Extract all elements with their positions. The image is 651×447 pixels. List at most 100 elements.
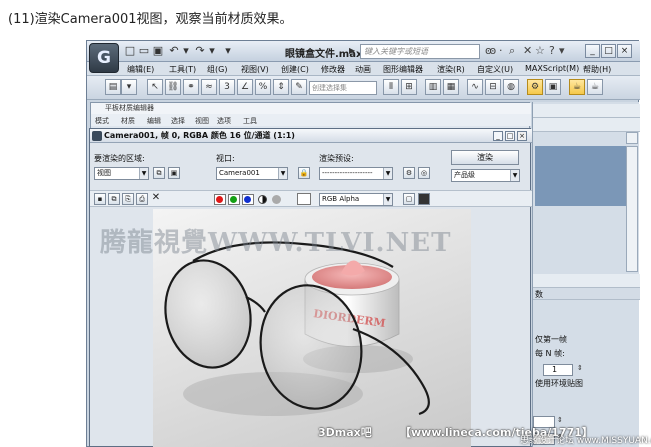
graphite-tools-icon[interactable]: ▦	[443, 79, 459, 95]
new-file-icon[interactable]: □	[123, 44, 137, 58]
menu-view[interactable]: 视图(V)	[241, 64, 269, 75]
watermark-corner: 思缘设计论坛 www.MISSYUAN.com	[520, 436, 651, 446]
mated-menu-tools[interactable]: 工具	[243, 116, 257, 126]
render-quality-select[interactable]: 产品级 ▼	[451, 169, 520, 182]
rfw-close-button[interactable]: ×	[517, 131, 527, 141]
search-icon[interactable]: ⌕	[509, 44, 515, 58]
render-button[interactable]: 渲染	[451, 150, 519, 165]
edit-named-selection-icon[interactable]: ✎	[291, 79, 307, 95]
mated-menu-material[interactable]: 材质	[121, 116, 135, 126]
menu-create[interactable]: 创建(C)	[281, 64, 309, 75]
mated-menu-mode[interactable]: 模式	[95, 116, 109, 126]
rfw-minimize-button[interactable]: _	[493, 131, 503, 141]
render-preset-select[interactable]: -------------------- ▼	[319, 167, 393, 180]
named-selection-set-field[interactable]: 创建选择集	[309, 81, 377, 95]
red-channel-icon	[216, 196, 223, 203]
render-production-icon[interactable]: ☕	[569, 79, 585, 95]
copy-image-icon[interactable]: ⧉	[108, 193, 120, 205]
cp-rollout-header[interactable]	[533, 274, 640, 288]
redo-dropdown-icon[interactable]: ▾	[205, 44, 219, 58]
schematic-view-icon[interactable]: ⊟	[485, 79, 501, 95]
save-file-icon[interactable]: ▣	[151, 44, 165, 58]
display-channel-select[interactable]: RGB Alpha ▼	[319, 193, 393, 206]
menu-customize[interactable]: 自定义(U)	[477, 64, 513, 75]
app-logo-icon[interactable]: G	[89, 43, 119, 73]
viewport-select[interactable]: Camera001 ▼	[216, 167, 288, 180]
toggle-ui-icon[interactable]	[418, 193, 430, 205]
link-icon[interactable]: ⛓	[165, 79, 181, 95]
close-button[interactable]: ×	[617, 44, 632, 58]
environment-effects-icon[interactable]: ◎	[418, 167, 430, 179]
undo-dropdown-icon[interactable]: ▾	[179, 44, 193, 58]
maximize-button[interactable]: □	[601, 44, 616, 58]
menu-help[interactable]: 帮助(H)	[583, 64, 611, 75]
rfw-title: Camera001, 帧 0, RGBA 颜色 16 位/通道 (1:1)	[104, 131, 295, 140]
quick-access-dropdown-icon[interactable]: ▾	[221, 44, 235, 58]
clone-window-icon[interactable]: ⎘	[122, 193, 134, 205]
binoculars-icon[interactable]: ꙭ	[485, 44, 496, 58]
search-input[interactable]: 键入关键字或短语	[360, 44, 480, 59]
material-editor-icon[interactable]: ◍	[503, 79, 519, 95]
minimize-button[interactable]: _	[585, 44, 600, 58]
print-image-icon[interactable]: ⎙	[136, 193, 148, 205]
snap-3d-icon[interactable]: 3	[219, 79, 235, 95]
cp-n-frames-spinner[interactable]: 1	[543, 364, 573, 376]
menu-edit[interactable]: 编辑(E)	[127, 64, 154, 75]
clear-image-icon[interactable]: ✕	[150, 193, 162, 205]
search-expand-icon[interactable]: ▶	[349, 46, 355, 55]
render-setup-icon[interactable]: ⚙	[527, 79, 543, 95]
align-icon[interactable]: ⊞	[401, 79, 417, 95]
mated-menu-edit[interactable]: 编辑	[147, 116, 161, 126]
save-image-icon[interactable]: ▪	[94, 193, 106, 205]
rendered-frame-window-icon[interactable]: ▣	[545, 79, 561, 95]
mated-menu-view[interactable]: 视图	[195, 116, 209, 126]
toggle-ui-overlay-icon[interactable]: ▢	[403, 193, 415, 205]
menu-modifiers[interactable]: 修改器	[321, 64, 345, 75]
render-iterative-icon[interactable]: ☕	[587, 79, 603, 95]
monochrome-icon[interactable]	[272, 195, 281, 204]
chevron-down-icon: ▼	[510, 170, 519, 181]
angle-snap-icon[interactable]: ∠	[237, 79, 253, 95]
help-icon[interactable]: ?	[549, 44, 555, 58]
area-to-render-select[interactable]: 视图 ▼	[94, 167, 149, 180]
cp-spinner-arrows-icon[interactable]: ⇕	[577, 364, 583, 372]
percent-snap-icon[interactable]: %	[255, 79, 271, 95]
cp-scroll-down-button[interactable]	[626, 132, 638, 144]
edit-region-icon[interactable]: ⧉	[153, 167, 165, 179]
bind-space-warp-icon[interactable]: ≈	[201, 79, 217, 95]
material-editor-menubar: 模式 材质 编辑 选择 视图 选项 工具	[91, 114, 531, 126]
render-setup-icon[interactable]: ⚙	[403, 167, 415, 179]
cp-spinner-a-arrows-icon[interactable]: ⇕	[557, 416, 563, 424]
select-filter-icon[interactable]: ▤	[105, 79, 121, 95]
cp-option-every-n[interactable]: 每 N 帧:	[535, 348, 565, 359]
rfw-maximize-button[interactable]: □	[505, 131, 515, 141]
rendered-frame-window: Camera001, 帧 0, RGBA 颜色 16 位/通道 (1:1) _ …	[89, 128, 532, 447]
menu-rendering[interactable]: 渲染(R)	[437, 64, 465, 75]
auto-region-icon[interactable]: ▣	[168, 167, 180, 179]
select-filter-dropdown-icon[interactable]: ▾	[121, 79, 137, 95]
menu-graph-editors[interactable]: 图形编辑器	[383, 64, 423, 75]
layer-manager-icon[interactable]: ▥	[425, 79, 441, 95]
spinner-snap-icon[interactable]: ⇕	[273, 79, 289, 95]
menu-maxscript[interactable]: MAXScript(M)	[525, 64, 579, 73]
menu-tools[interactable]: 工具(T)	[169, 64, 196, 75]
open-file-icon[interactable]: ▭	[137, 44, 151, 58]
menu-group[interactable]: 组(G)	[207, 64, 227, 75]
select-object-icon[interactable]: ↖	[147, 79, 163, 95]
unlink-icon[interactable]: ⚭	[183, 79, 199, 95]
mated-menu-options[interactable]: 选项	[217, 116, 231, 126]
alpha-channel-icon[interactable]	[258, 195, 267, 204]
mated-menu-select[interactable]: 选择	[171, 116, 185, 126]
menu-animation[interactable]: 动画	[355, 64, 371, 75]
favorites-icon[interactable]: ☆	[535, 44, 545, 58]
lock-viewport-icon[interactable]: 🔒	[298, 167, 310, 179]
color-swatch[interactable]	[297, 193, 311, 205]
subscription-icon[interactable]: ✕	[523, 44, 532, 58]
cp-option-first-frame[interactable]: 仅第一帧	[535, 334, 567, 345]
help-dropdown-icon[interactable]: ▾	[559, 44, 565, 58]
cp-scrollbar[interactable]	[626, 146, 638, 272]
mirror-icon[interactable]: ⫴	[383, 79, 399, 95]
search-dropdown-icon[interactable]: ·	[499, 44, 503, 58]
curve-editor-icon[interactable]: ∿	[467, 79, 483, 95]
cp-option-env-map[interactable]: 使用环境贴图	[535, 378, 583, 389]
